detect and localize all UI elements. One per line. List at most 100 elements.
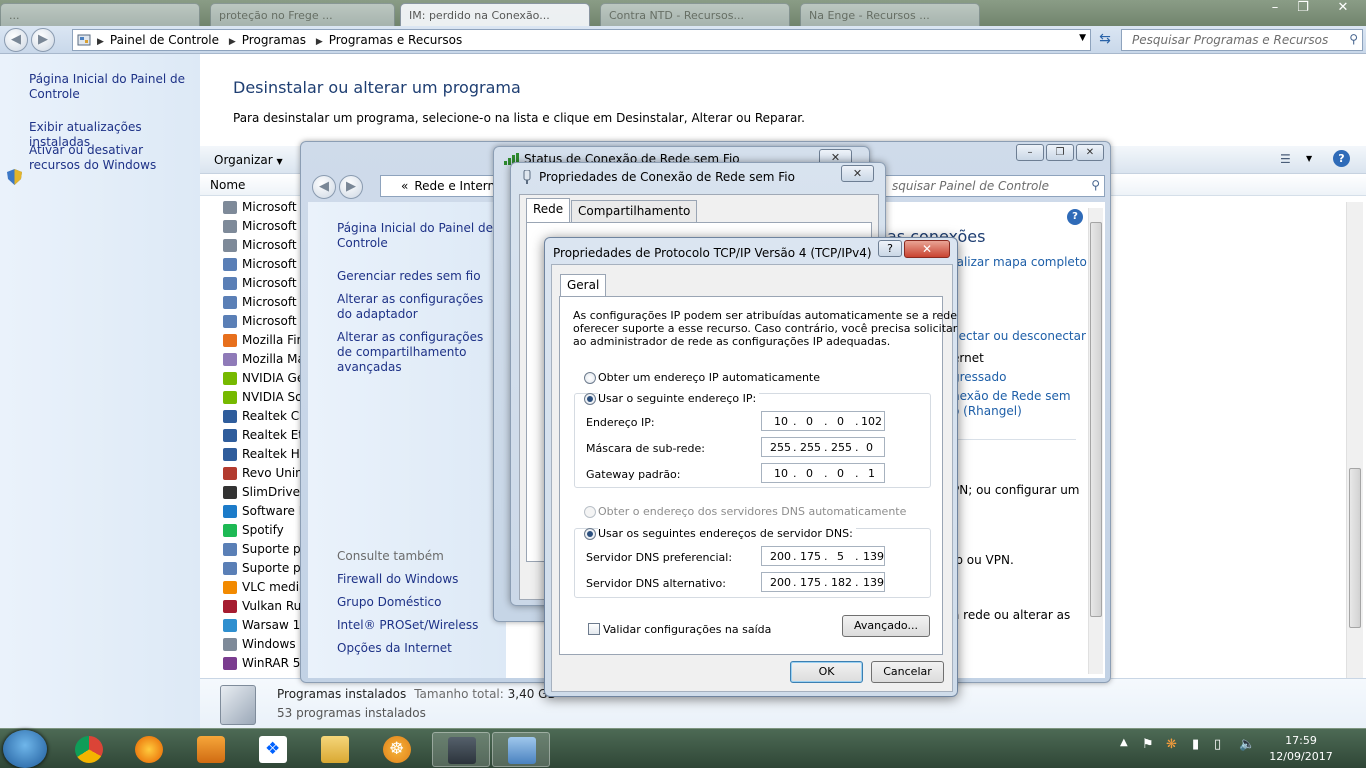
- volume-icon[interactable]: 🔈: [1239, 737, 1255, 752]
- ip-manual-label[interactable]: Usar o seguinte endereço IP:: [598, 392, 760, 405]
- preferred-dns-input[interactable]: 200. 175. 5. 139: [761, 546, 885, 566]
- maximize-icon[interactable]: ❐: [1290, 0, 1316, 18]
- minimize-icon[interactable]: –: [1016, 144, 1044, 161]
- control-panel-home-link[interactable]: Página Inicial do Painel de Controle: [29, 72, 194, 102]
- scrollbar-thumb[interactable]: [1349, 468, 1361, 628]
- program-icon: [223, 315, 237, 328]
- browser-tab[interactable]: Contra NTD - Recursos...: [600, 3, 790, 28]
- advanced-button[interactable]: Avançado...: [842, 615, 930, 637]
- program-icon: [223, 410, 237, 423]
- control-panel-home-link[interactable]: Página Inicial do Painel de Controle: [337, 221, 502, 251]
- explorer-taskbar-button[interactable]: [306, 732, 364, 767]
- adapter-settings-link[interactable]: Alterar as configurações do adaptador: [337, 292, 502, 322]
- address-bar[interactable]: ▶ Painel de Controle ▶ Programas ▶ Programa…: [72, 29, 1091, 51]
- media-player-taskbar-button[interactable]: [182, 732, 240, 767]
- dns-manual-radio[interactable]: [584, 528, 596, 540]
- close-icon[interactable]: ✕: [1076, 144, 1104, 161]
- tab-compartilhamento[interactable]: Compartilhamento: [571, 200, 698, 222]
- system-clock[interactable]: 17:59 12/09/2017: [1266, 733, 1336, 765]
- ip-address-input[interactable]: 10. 0. 0. 102: [761, 411, 885, 431]
- browser-tab[interactable]: ...: [0, 3, 200, 28]
- help-button[interactable]: ?: [878, 240, 902, 257]
- tab-geral[interactable]: Geral: [560, 274, 607, 297]
- internet-options-link[interactable]: Opções da Internet: [337, 641, 502, 656]
- start-button[interactable]: [3, 730, 47, 768]
- app-icon: [448, 737, 476, 764]
- action-center-icon[interactable]: ⚑: [1142, 737, 1154, 752]
- avast-icon[interactable]: ❋: [1166, 737, 1177, 752]
- search-icon[interactable]: ⚲: [1349, 32, 1358, 46]
- homegroup-link[interactable]: Grupo Doméstico: [337, 595, 502, 610]
- dropbox-taskbar-button[interactable]: ❖: [244, 732, 302, 767]
- ip-address-label: Endereço IP:: [586, 416, 655, 429]
- browser-tab[interactable]: IM: perdido na Conexão...: [400, 3, 590, 28]
- manage-wireless-link[interactable]: Gerenciar redes sem fio: [337, 269, 502, 284]
- vertical-scrollbar[interactable]: [1346, 202, 1363, 702]
- browser-tab[interactable]: Na Enge - Recursos ...: [800, 3, 980, 28]
- vertical-scrollbar[interactable]: [1088, 208, 1103, 674]
- help-icon[interactable]: ?: [1333, 150, 1350, 167]
- browser-tab[interactable]: proteção no Frege ...: [210, 3, 395, 28]
- validate-label[interactable]: Validar configurações na saída: [603, 623, 771, 636]
- tray-expand-icon[interactable]: ▲: [1120, 737, 1128, 748]
- close-icon[interactable]: ✕: [841, 165, 874, 182]
- chrome-taskbar-button[interactable]: [60, 732, 118, 767]
- chevron-down-icon[interactable]: ▼: [1306, 154, 1312, 163]
- validate-checkbox[interactable]: [588, 623, 600, 635]
- wireless-connection-link[interactable]: nexão de Rede sem: [952, 389, 1071, 404]
- search-icon[interactable]: ⚲: [1091, 178, 1100, 192]
- chevron-down-icon[interactable]: ▼: [1079, 33, 1086, 43]
- close-button[interactable]: ✕: [904, 240, 950, 258]
- subnet-mask-input[interactable]: 255. 255. 255. 0: [761, 437, 885, 457]
- cancel-button[interactable]: Cancelar: [871, 661, 944, 683]
- scrollbar-thumb[interactable]: [1090, 222, 1102, 617]
- app-taskbar-button[interactable]: [432, 732, 490, 767]
- back-button[interactable]: ◀: [4, 28, 28, 52]
- dns-auto-label[interactable]: Obter o endereço dos servidores DNS auto…: [598, 505, 906, 518]
- program-icon: [223, 467, 237, 480]
- sharing-settings-link[interactable]: Alterar as configurações de compartilham…: [337, 330, 502, 375]
- ingressado-link[interactable]: gressado: [952, 370, 1007, 385]
- back-button[interactable]: ◀: [312, 175, 336, 199]
- intel-proset-link[interactable]: Intel® PROSet/Wireless: [337, 618, 502, 633]
- dns-auto-radio[interactable]: [584, 506, 596, 518]
- tab-rede[interactable]: Rede: [526, 198, 571, 223]
- program-name: Mozilla Ma: [242, 352, 305, 366]
- battery-icon[interactable]: ▮: [1192, 737, 1199, 752]
- breadcrumb-item[interactable]: Programas e Recursos: [329, 33, 462, 47]
- full-map-link[interactable]: ualizar mapa completo: [949, 255, 1087, 270]
- windows-features-link[interactable]: Ativar ou desativar recursos do Windows: [29, 143, 194, 173]
- wifi-signal-icon[interactable]: ▯: [1214, 737, 1221, 752]
- ip-auto-radio[interactable]: [584, 372, 596, 384]
- maximize-icon[interactable]: ❐: [1046, 144, 1074, 161]
- firefox-taskbar-button[interactable]: [120, 732, 178, 767]
- gateway-input[interactable]: 10. 0. 0. 1: [761, 463, 885, 483]
- minimize-icon[interactable]: –: [1262, 0, 1288, 18]
- dns-manual-label[interactable]: Usar os seguintes endereços de servidor …: [598, 527, 856, 540]
- breadcrumb-item[interactable]: Programas: [242, 33, 306, 47]
- ip-manual-radio[interactable]: [584, 393, 596, 405]
- alternate-dns-input[interactable]: 200. 175. 182. 139: [761, 572, 885, 592]
- organize-button[interactable]: Organizar ▼: [214, 153, 283, 167]
- program-name: Suporte pa: [242, 561, 308, 575]
- program-name: NVIDIA Sof: [242, 390, 307, 404]
- ok-button[interactable]: OK: [790, 661, 863, 683]
- see-also-header: Consulte também: [337, 549, 444, 563]
- view-icon[interactable]: ☰: [1280, 152, 1291, 166]
- ip-auto-label[interactable]: Obter um endereço IP automaticamente: [598, 371, 820, 384]
- search-input[interactable]: Pesquisar Programas e Recursos ⚲: [1121, 29, 1363, 51]
- forward-button[interactable]: ▶: [339, 175, 363, 199]
- search-input[interactable]: squisar Painel de Controle ⚲: [883, 175, 1105, 197]
- program-icon: [223, 524, 237, 537]
- wireless-connection-link-2[interactable]: o (Rhangel): [952, 404, 1022, 419]
- refresh-icon[interactable]: ⇆: [1094, 29, 1116, 51]
- close-icon[interactable]: ✕: [1330, 0, 1356, 18]
- helm-app-taskbar-button[interactable]: ☸: [368, 732, 426, 767]
- firewall-link[interactable]: Firewall do Windows: [337, 572, 502, 587]
- program-icon: [223, 220, 237, 233]
- help-icon[interactable]: ?: [1067, 209, 1083, 225]
- control-panel-taskbar-button[interactable]: [492, 732, 550, 767]
- connect-disconnect-link[interactable]: nectar ou desconectar: [951, 329, 1086, 344]
- forward-button[interactable]: ▶: [31, 28, 55, 52]
- breadcrumb-item[interactable]: Painel de Controle: [110, 33, 219, 47]
